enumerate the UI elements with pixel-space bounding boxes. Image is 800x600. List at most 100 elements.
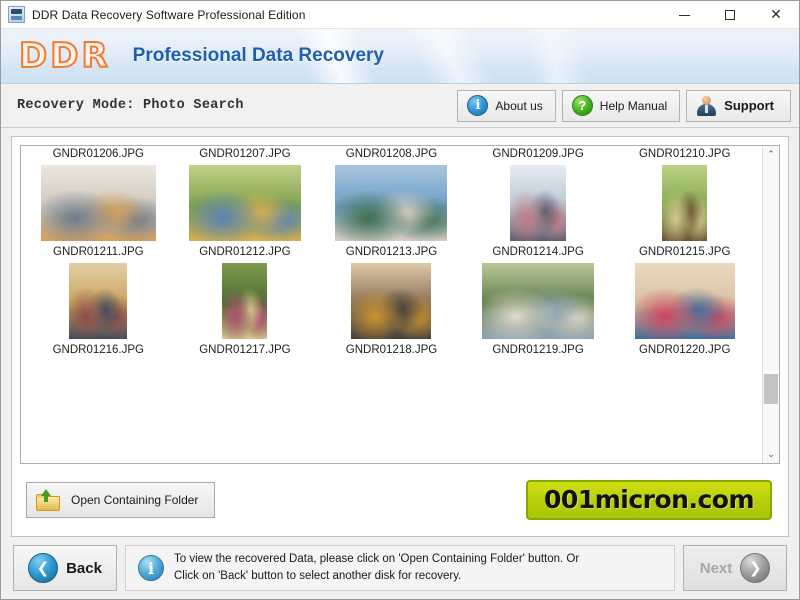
- info-circle-icon: i: [138, 555, 164, 581]
- main-panel: GNDR01206.JPG GNDR01207.JPG GNDR01208.JPG G…: [11, 136, 789, 537]
- thumbnail-grid: GNDR01206.JPG GNDR01207.JPG GNDR01208.JPG G…: [21, 146, 762, 358]
- person-support-icon: [696, 95, 717, 116]
- photo-thumbnail[interactable]: [482, 263, 594, 339]
- thumbnail-filename: GNDR01210.JPG: [639, 148, 730, 160]
- maximize-button[interactable]: [707, 1, 753, 29]
- next-button[interactable]: Next ❯: [683, 545, 787, 591]
- photo-thumbnail[interactable]: [69, 263, 127, 339]
- folder-upload-icon: [36, 489, 62, 511]
- thumbnail-filename: GNDR01212.JPG: [199, 246, 290, 258]
- thumbnail-cell[interactable]: GNDR01219.JPG: [465, 260, 612, 358]
- action-row: Open Containing Folder 001micron.com: [12, 464, 788, 536]
- app-icon: [8, 6, 25, 23]
- thumbnail-cell[interactable]: GNDR01215.JPG: [611, 162, 758, 260]
- thumbnail-image-box: [662, 169, 707, 241]
- thumbnail-cell[interactable]: GNDR01214.JPG: [465, 162, 612, 260]
- toolbar-actions: i About us ? Help Manual Support: [457, 90, 791, 122]
- support-button[interactable]: Support: [686, 90, 791, 122]
- thumbnail-filename: GNDR01217.JPG: [199, 344, 290, 356]
- chevron-left-circle-icon: ❮: [28, 553, 58, 583]
- thumbnail-image-box: [69, 267, 127, 339]
- photo-thumbnail[interactable]: [335, 165, 447, 241]
- status-info-bar: i To view the recovered Data, please cli…: [125, 545, 675, 591]
- photo-thumbnail[interactable]: [351, 263, 431, 339]
- thumbnail-cell[interactable]: GNDR01210.JPG: [611, 146, 758, 162]
- thumbnail-image-box: [335, 169, 447, 241]
- photo-thumbnail[interactable]: [41, 165, 156, 241]
- vertical-scrollbar[interactable]: ⌃ ⌄: [762, 146, 779, 463]
- photo-thumbnail[interactable]: [510, 165, 566, 241]
- banner-tagline: Professional Data Recovery: [133, 45, 384, 67]
- thumbnail-image-box: [41, 169, 156, 241]
- back-label: Back: [66, 560, 102, 577]
- scroll-down-button[interactable]: ⌄: [763, 446, 779, 463]
- title-bar: DDR Data Recovery Software Professional …: [1, 1, 799, 29]
- thumbnail-cell[interactable]: GNDR01216.JPG: [25, 260, 172, 358]
- thumbnail-cell[interactable]: GNDR01208.JPG: [318, 146, 465, 162]
- thumbnail-cell[interactable]: GNDR01212.JPG: [172, 162, 319, 260]
- back-button[interactable]: ❮ Back: [13, 545, 117, 591]
- about-us-button[interactable]: i About us: [457, 90, 555, 122]
- thumbnail-filename: GNDR01213.JPG: [346, 246, 437, 258]
- thumbnail-image-box: [351, 267, 431, 339]
- help-manual-button[interactable]: ? Help Manual: [562, 90, 680, 122]
- help-manual-label: Help Manual: [600, 99, 667, 113]
- brand-banner: DDR Professional Data Recovery: [1, 29, 799, 84]
- open-containing-folder-label: Open Containing Folder: [71, 493, 198, 507]
- close-icon: ✕: [770, 8, 782, 22]
- close-button[interactable]: ✕: [753, 1, 799, 29]
- status-info-line1: To view the recovered Data, please click…: [174, 553, 579, 565]
- status-info-line2: Click on 'Back' button to select another…: [174, 570, 461, 582]
- thumbnail-cell[interactable]: GNDR01220.JPG: [611, 260, 758, 358]
- thumbnail-cell[interactable]: GNDR01217.JPG: [172, 260, 319, 358]
- thumbnail-image-box: [222, 267, 267, 339]
- window-title: DDR Data Recovery Software Professional …: [32, 8, 305, 22]
- scrollbar-track[interactable]: [763, 163, 779, 446]
- thumbnail-cell[interactable]: GNDR01209.JPG: [465, 146, 612, 162]
- open-containing-folder-button[interactable]: Open Containing Folder: [26, 482, 215, 518]
- minimize-button[interactable]: [661, 1, 707, 29]
- photo-thumbnail[interactable]: [222, 263, 267, 339]
- thumbnail-filename: GNDR01218.JPG: [346, 344, 437, 356]
- photo-thumbnail[interactable]: [189, 165, 301, 241]
- thumbnail-cell[interactable]: GNDR01218.JPG: [318, 260, 465, 358]
- photo-thumbnail[interactable]: [662, 165, 707, 241]
- photo-thumbnail[interactable]: [635, 263, 735, 339]
- thumbnail-image-box: [510, 169, 566, 241]
- footer: ❮ Back i To view the recovered Data, ple…: [1, 537, 799, 599]
- status-info-text: To view the recovered Data, please click…: [174, 551, 579, 584]
- thumbnail-cell[interactable]: GNDR01213.JPG: [318, 162, 465, 260]
- minimize-icon: [679, 15, 690, 16]
- ddr-logo: DDR: [19, 39, 111, 73]
- maximize-icon: [725, 10, 735, 20]
- thumbnail-filename: GNDR01214.JPG: [492, 246, 583, 258]
- support-label: Support: [724, 98, 774, 113]
- thumbnail-grid-container: GNDR01206.JPG GNDR01207.JPG GNDR01208.JPG G…: [20, 145, 780, 464]
- toolbar: Recovery Mode: Photo Search i About us ?…: [1, 84, 799, 128]
- thumbnail-filename: GNDR01208.JPG: [346, 148, 437, 160]
- next-label: Next: [700, 560, 733, 577]
- scrollbar-thumb[interactable]: [764, 374, 778, 404]
- window-controls: ✕: [661, 1, 799, 29]
- thumbnail-cell[interactable]: GNDR01211.JPG: [25, 162, 172, 260]
- scroll-up-button[interactable]: ⌃: [763, 146, 779, 163]
- thumbnail-filename: GNDR01219.JPG: [492, 344, 583, 356]
- thumbnail-image-box: [482, 267, 594, 339]
- thumbnail-filename: GNDR01211.JPG: [53, 246, 144, 258]
- brand-badge: 001micron.com: [526, 480, 772, 520]
- recovery-mode-label: Recovery Mode: Photo Search: [17, 98, 244, 113]
- thumbnail-image-box: [189, 169, 301, 241]
- application-window: DDR Data Recovery Software Professional …: [0, 0, 800, 600]
- thumbnail-filename: GNDR01207.JPG: [199, 148, 290, 160]
- question-circle-icon: ?: [572, 95, 593, 116]
- chevron-right-circle-icon: ❯: [740, 553, 770, 583]
- thumbnail-cell[interactable]: GNDR01207.JPG: [172, 146, 319, 162]
- thumbnail-cell[interactable]: GNDR01206.JPG: [25, 146, 172, 162]
- thumbnail-filename: GNDR01215.JPG: [639, 246, 730, 258]
- thumbnail-filename: GNDR01209.JPG: [492, 148, 583, 160]
- thumbnail-scroll-area[interactable]: GNDR01206.JPG GNDR01207.JPG GNDR01208.JPG G…: [21, 146, 762, 463]
- info-circle-icon: i: [467, 95, 488, 116]
- thumbnail-filename: GNDR01206.JPG: [53, 148, 144, 160]
- about-us-label: About us: [495, 99, 542, 113]
- thumbnail-filename: GNDR01216.JPG: [53, 344, 144, 356]
